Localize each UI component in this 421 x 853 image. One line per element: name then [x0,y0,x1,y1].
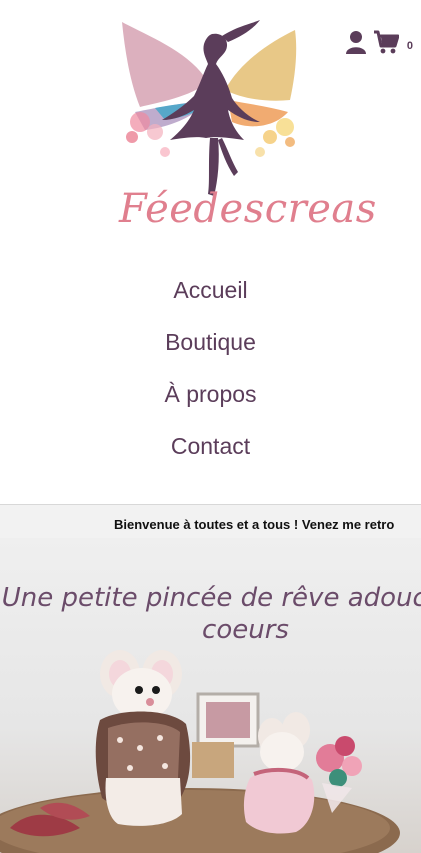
user-icon[interactable] [345,30,367,58]
cart-icon[interactable] [373,30,400,58]
brand-name[interactable]: Féedescreas [119,186,377,232]
nav-item-a-propos[interactable]: À propos [0,374,421,426]
site-header: Féedescreas 0 Accueil Boutique À propos … [0,0,421,504]
announcement-ticker: Bienvenue à toutes et a tous ! Venez me … [0,504,421,539]
nav-item-contact[interactable]: Contact [0,426,421,478]
hero-title: Une petite pincée de rêve adoucit les co… [1,583,421,645]
nav-item-boutique[interactable]: Boutique [0,322,421,374]
nav-item-accueil[interactable]: Accueil [0,270,421,322]
header-icons: 0 [345,30,413,58]
ticker-text: Bienvenue à toutes et a tous ! Venez me … [114,517,395,532]
main-nav: Accueil Boutique À propos Contact [0,270,421,478]
hero-image [0,650,400,853]
cart-count-badge: 0 [406,40,413,52]
hero-banner: Une petite pincée de rêve adoucit les co… [0,538,421,853]
